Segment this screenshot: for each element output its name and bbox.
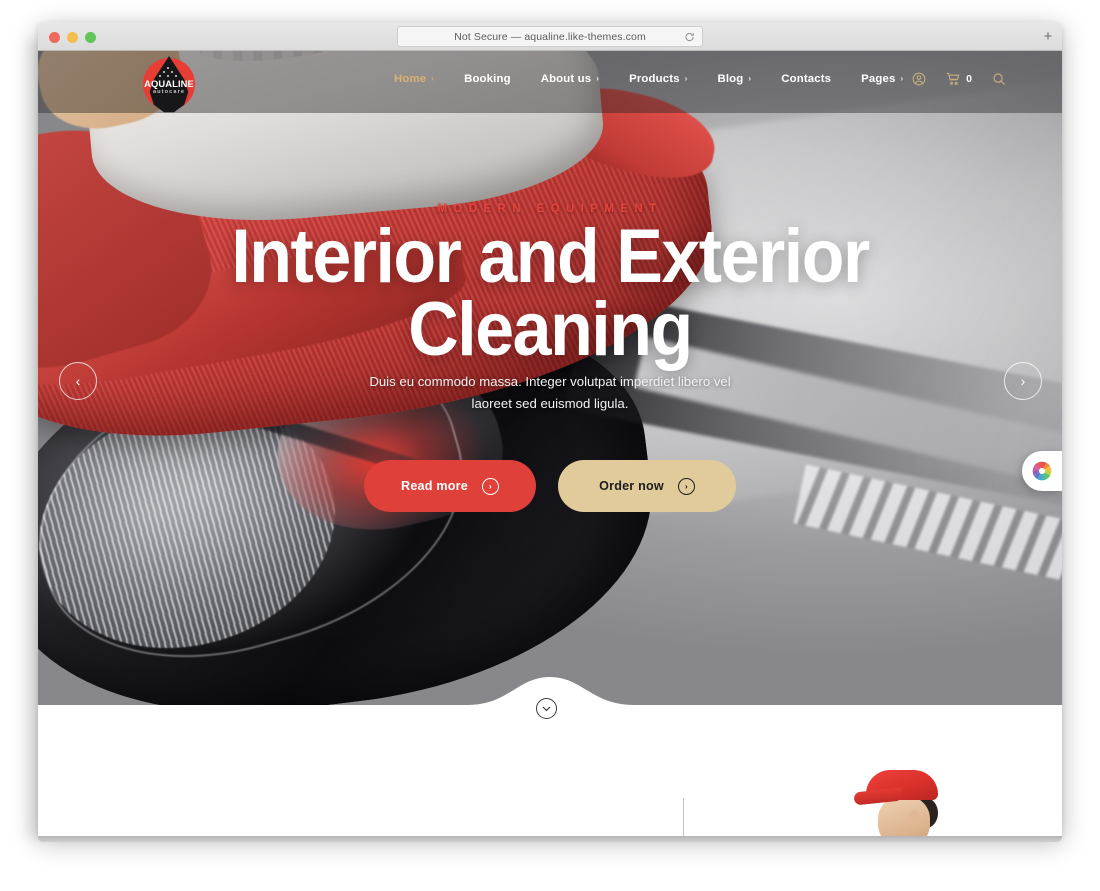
hero-headline-line2: Cleaning xyxy=(408,286,693,372)
nav-item-booking[interactable]: Booking xyxy=(464,73,511,85)
hero-cta-row: Read more › Order now › xyxy=(364,460,736,512)
logo-tagline: autocare xyxy=(152,89,186,95)
scroll-down-button[interactable] xyxy=(536,698,557,719)
window-bottom-edge xyxy=(38,836,1062,842)
chevron-down-icon xyxy=(542,706,551,711)
browser-window: Not Secure — aqualine.like-themes.com + xyxy=(38,22,1062,836)
page-viewport: ‹ › MODERN EQUIPMENT Interior and Exteri… xyxy=(38,51,1062,836)
worker-photo xyxy=(853,770,966,836)
zoom-window-button[interactable] xyxy=(85,32,96,43)
site-header: AQUALINE autocare Home › Booking About u… xyxy=(38,51,1062,113)
chevron-right-icon: › xyxy=(596,74,600,83)
close-window-button[interactable] xyxy=(49,32,60,43)
nav-item-blog[interactable]: Blog › xyxy=(717,73,751,85)
hero-subtitle: Duis eu commodo massa. Integer volutpat … xyxy=(369,374,731,411)
address-bar[interactable]: Not Secure — aqualine.like-themes.com xyxy=(397,26,703,47)
address-bar-text: Not Secure — aqualine.like-themes.com xyxy=(454,30,646,43)
slider-next-button[interactable]: › xyxy=(1004,362,1042,400)
chevron-right-icon: › xyxy=(900,74,904,83)
logo-name: AQUALINE xyxy=(144,78,194,89)
color-wheel-icon xyxy=(1032,461,1052,481)
traffic-light-buttons[interactable] xyxy=(49,32,96,43)
nav-label-contacts: Contacts xyxy=(781,73,832,85)
hero-content: MODERN EQUIPMENT Interior and Exterior C… xyxy=(38,51,1062,731)
hero-headline-line1: Interior and Exterior xyxy=(231,214,870,299)
nav-label-home: Home xyxy=(394,73,427,85)
order-now-label: Order now xyxy=(599,479,664,493)
next-section xyxy=(38,731,1062,836)
reload-icon[interactable] xyxy=(684,31,695,42)
new-tab-button[interactable]: + xyxy=(1040,29,1056,45)
site-logo[interactable]: AQUALINE autocare xyxy=(139,52,199,124)
nav-item-contacts[interactable]: Contacts xyxy=(781,73,831,85)
nav-label-pages: Pages xyxy=(861,73,896,85)
nav-label-about-us: About us xyxy=(540,73,592,85)
hero-slider: ‹ › MODERN EQUIPMENT Interior and Exteri… xyxy=(38,51,1062,731)
theme-color-switcher-button[interactable] xyxy=(1022,451,1062,491)
nav-label-blog: Blog xyxy=(717,73,744,85)
hero-headline: Interior and Exterior Cleaning xyxy=(79,214,1021,372)
chevron-right-icon: › xyxy=(748,74,752,83)
nav-item-about-us[interactable]: About us › xyxy=(541,73,599,85)
nav-label-booking: Booking xyxy=(464,73,511,85)
cart-count-badge: 0 xyxy=(966,73,972,85)
search-icon[interactable] xyxy=(992,72,1006,86)
read-more-button[interactable]: Read more › xyxy=(364,460,536,512)
shopping-cart-icon xyxy=(947,72,960,85)
chevron-right-icon: › xyxy=(431,74,435,83)
arrow-right-circle-icon: › xyxy=(677,477,695,495)
nav-label-products: Products xyxy=(629,73,680,85)
cart-button[interactable]: 0 xyxy=(946,72,972,86)
slider-prev-button[interactable]: ‹ xyxy=(59,362,97,400)
chevron-left-icon: ‹ xyxy=(75,373,81,389)
nav-item-products[interactable]: Products › xyxy=(629,73,687,85)
logo-sparkle-dots xyxy=(159,67,179,78)
main-navigation: Home › Booking About us › Products › Blo… xyxy=(394,73,933,85)
read-more-label: Read more xyxy=(401,479,468,493)
thin-pole-graphic xyxy=(683,798,685,836)
header-utility-icons: 0 xyxy=(912,72,1006,86)
order-now-button[interactable]: Order now › xyxy=(558,460,736,512)
nav-item-pages[interactable]: Pages › xyxy=(861,73,903,85)
nav-item-home[interactable]: Home › xyxy=(394,73,434,85)
arrow-right-circle-icon: › xyxy=(481,477,499,495)
minimize-window-button[interactable] xyxy=(67,32,78,43)
browser-titlebar: Not Secure — aqualine.like-themes.com + xyxy=(38,22,1062,51)
chevron-right-icon: › xyxy=(684,74,688,83)
worker-ear xyxy=(909,810,920,824)
user-account-icon[interactable] xyxy=(912,72,926,86)
chevron-right-icon: › xyxy=(1020,373,1026,389)
